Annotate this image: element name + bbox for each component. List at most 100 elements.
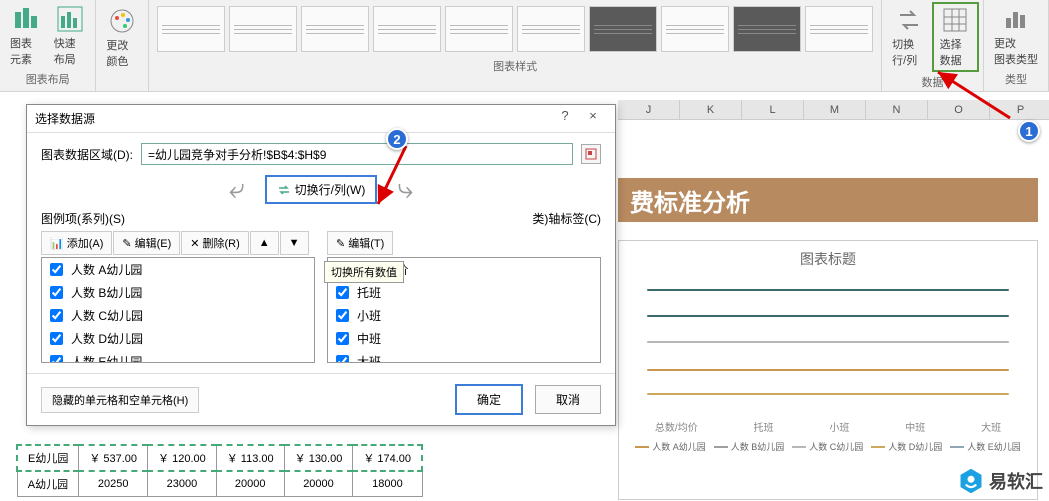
col-header[interactable]: P xyxy=(990,100,1049,119)
select-data-button[interactable]: 选择数据 xyxy=(932,2,979,72)
style-thumb[interactable] xyxy=(373,6,441,52)
change-chart-type-button[interactable]: 更改 图表类型 xyxy=(988,2,1044,69)
quick-layout-button[interactable]: 快速布局 xyxy=(48,2,92,69)
style-thumb[interactable] xyxy=(229,6,297,52)
series-checkbox[interactable] xyxy=(50,263,63,276)
series-checkbox[interactable] xyxy=(50,286,63,299)
select-data-source-dialog: 选择数据源 ? × 图表数据区域(D): ⤶ 切换行/列(W) ⤷ 切换所有数值… xyxy=(26,104,616,426)
series-checkbox[interactable] xyxy=(50,332,63,345)
list-item[interactable]: 中班 xyxy=(328,327,600,350)
watermark: 易软汇 xyxy=(957,467,1043,495)
watermark-icon xyxy=(957,467,985,495)
axis-checkbox[interactable] xyxy=(336,286,349,299)
style-thumb[interactable] xyxy=(805,6,873,52)
style-thumb[interactable] xyxy=(157,6,225,52)
ribbon-group-styles: 图表样式 xyxy=(149,0,882,91)
style-thumb[interactable] xyxy=(661,6,729,52)
remove-series-button[interactable]: ✕ 删除(R) xyxy=(181,231,249,255)
arrow-right-icon: ⤷ xyxy=(397,173,413,206)
chart-styles-gallery[interactable] xyxy=(153,2,877,56)
col-header[interactable]: O xyxy=(928,100,990,119)
axis-checkbox[interactable] xyxy=(336,355,349,363)
range-selector-button[interactable] xyxy=(581,144,601,164)
ribbon-group-type: 更改 图表类型 类型 xyxy=(984,0,1049,91)
table-row[interactable]: A幼儿园 20250 23000 20000 20000 18000 xyxy=(17,471,422,497)
edit-series-button[interactable]: ✎ 编辑(E) xyxy=(113,231,180,255)
sheet-title-banner: 费标准分析 xyxy=(618,178,1038,222)
col-header[interactable]: N xyxy=(866,100,928,119)
series-checkbox[interactable] xyxy=(50,355,63,363)
data-table[interactable]: E幼儿园 ￥ 537.00 ￥ 120.00 ￥ 113.00 ￥ 130.00… xyxy=(16,444,423,497)
list-item[interactable]: 人数 B幼儿园 xyxy=(42,281,314,304)
btn-label: 更改 图表类型 xyxy=(994,35,1038,67)
switch-rowcol-dialog-button[interactable]: 切换行/列(W) xyxy=(265,175,378,204)
ribbon-group-color: 更改颜色 xyxy=(96,0,149,91)
range-label: 图表数据区域(D): xyxy=(41,146,133,163)
banner-text: 费标准分析 xyxy=(630,183,750,218)
ribbon-group-data: 切换行/列 选择数据 数据 xyxy=(882,0,984,91)
switch-icon xyxy=(895,6,923,34)
annotation-badge-1: 1 xyxy=(1018,120,1040,142)
col-header[interactable]: L xyxy=(742,100,804,119)
legend-series-label: 图例项(系列)(S) xyxy=(41,210,315,227)
col-header[interactable]: J xyxy=(618,100,680,119)
col-header[interactable]: K xyxy=(680,100,742,119)
chart-title[interactable]: 图表标题 xyxy=(627,249,1029,269)
edit-axis-button[interactable]: ✎ 编辑(T) xyxy=(327,231,393,255)
switch-icon xyxy=(277,183,291,197)
move-down-button[interactable]: ▼ xyxy=(280,231,309,255)
group-label: 数据 xyxy=(922,72,944,92)
list-item[interactable]: 托班 xyxy=(328,281,600,304)
plot-area[interactable] xyxy=(627,275,1029,415)
style-thumb[interactable] xyxy=(589,6,657,52)
btn-label: 选择数据 xyxy=(940,36,971,68)
series-checkbox[interactable] xyxy=(50,309,63,322)
btn-label: 切换行/列 xyxy=(892,36,926,68)
style-thumb[interactable] xyxy=(517,6,585,52)
series-listbox[interactable]: 人数 A幼儿园 人数 B幼儿园 人数 C幼儿园 人数 D幼儿园 人数 E幼儿园 xyxy=(41,257,315,363)
switch-rowcol-button[interactable]: 切换行/列 xyxy=(886,2,932,72)
annotation-badge-2: 2 xyxy=(386,128,408,150)
move-up-button[interactable]: ▲ xyxy=(250,231,279,255)
help-button[interactable]: ? xyxy=(551,108,579,130)
list-item[interactable]: 人数 A幼儿园 xyxy=(42,258,314,281)
btn-label: 图表元素 xyxy=(10,35,42,67)
category-axis: 总数/均价 托班 小班 中班 大班 xyxy=(627,419,1029,434)
column-headers: J K L M N O P xyxy=(618,100,1049,120)
group-label: 图表样式 xyxy=(493,56,537,76)
change-color-button[interactable]: 更改颜色 xyxy=(100,2,144,73)
chart-type-icon xyxy=(1002,5,1030,33)
dialog-title: 选择数据源 xyxy=(35,110,551,127)
axis-checkbox[interactable] xyxy=(336,309,349,322)
hidden-cells-button[interactable]: 隐藏的单元格和空单元格(H) xyxy=(41,387,199,413)
ribbon: 图表元素 快速布局 图表布局 更改颜色 xyxy=(0,0,1049,92)
list-item[interactable]: 人数 D幼儿园 xyxy=(42,327,314,350)
list-item[interactable]: 人数 E幼儿园 xyxy=(42,350,314,363)
dialog-titlebar[interactable]: 选择数据源 ? × xyxy=(27,105,615,133)
close-button[interactable]: × xyxy=(579,108,607,130)
add-chart-element-button[interactable]: 图表元素 xyxy=(4,2,48,69)
style-thumb[interactable] xyxy=(733,6,801,52)
col-header[interactable]: M xyxy=(804,100,866,119)
list-item[interactable]: 人数 C幼儿园 xyxy=(42,304,314,327)
style-thumb[interactable] xyxy=(301,6,369,52)
chart-legend[interactable]: 人数 A幼儿园 人数 B幼儿园 人数 C幼儿园 人数 D幼儿园 人数 E幼儿园 xyxy=(627,440,1029,453)
cancel-button[interactable]: 取消 xyxy=(535,385,601,414)
list-item[interactable]: 小班 xyxy=(328,304,600,327)
style-thumb[interactable] xyxy=(445,6,513,52)
chart-data-range-input[interactable] xyxy=(141,143,573,165)
select-data-icon xyxy=(941,6,969,34)
axis-checkbox[interactable] xyxy=(336,332,349,345)
arrow-left-icon: ⤶ xyxy=(229,173,245,206)
tooltip: 切换所有数值 xyxy=(324,261,404,283)
ribbon-group-layout: 图表元素 快速布局 图表布局 xyxy=(0,0,96,91)
btn-label: 快速布局 xyxy=(54,35,86,67)
chart-element-icon xyxy=(12,5,40,33)
table-row[interactable]: E幼儿园 ￥ 537.00 ￥ 120.00 ￥ 113.00 ￥ 130.00… xyxy=(17,445,422,471)
list-item[interactable]: 大班 xyxy=(328,350,600,363)
ok-button[interactable]: 确定 xyxy=(455,384,523,415)
embedded-chart[interactable]: 图表标题 总数/均价 托班 小班 中班 大班 人数 A幼儿园 人数 B幼儿园 人… xyxy=(618,240,1038,500)
btn-label: 更改颜色 xyxy=(106,37,138,69)
group-label: 类型 xyxy=(1005,69,1027,89)
add-series-button[interactable]: 📊 添加(A) xyxy=(41,231,112,255)
